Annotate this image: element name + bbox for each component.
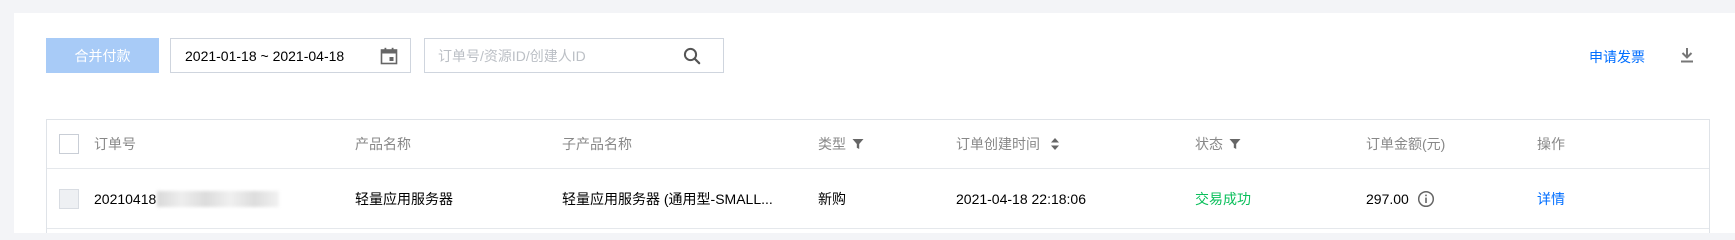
- order-no: 20210418: [94, 190, 157, 207]
- redacted-order-no-blur: [157, 190, 280, 207]
- info-icon[interactable]: [1417, 190, 1435, 208]
- order-panel: 合并付款 2021-01-18 ~ 2021-04-18 申请发票 订单: [14, 13, 1735, 233]
- header-sub-product-name-label: 子产品名称: [562, 136, 632, 152]
- table-header: 订单号 产品名称 子产品名称 类型 订单创建时间 状态 订单金额(元) 操作: [47, 120, 1709, 169]
- search-input[interactable]: [425, 39, 675, 72]
- header-type-label: 类型: [818, 136, 846, 152]
- header-sub-product-name: 子产品名称: [562, 120, 632, 168]
- date-range-value: 2021-01-18 ~ 2021-04-18: [185, 47, 345, 64]
- apply-invoice-link[interactable]: 申请发票: [1589, 47, 1645, 67]
- search-icon[interactable]: [683, 47, 701, 65]
- amount-cell: 297.00: [1366, 169, 1435, 228]
- row-select-cell: [59, 169, 79, 228]
- status-badge: 交易成功: [1195, 190, 1251, 207]
- product-name-cell: 轻量应用服务器: [355, 169, 453, 228]
- date-range-picker[interactable]: 2021-01-18 ~ 2021-04-18: [170, 38, 411, 73]
- header-order-no-label: 订单号: [94, 136, 136, 152]
- header-actions-label: 操作: [1537, 136, 1565, 152]
- product-name: 轻量应用服务器: [355, 190, 453, 207]
- row-checkbox[interactable]: [59, 188, 79, 209]
- header-product-name-label: 产品名称: [355, 136, 411, 152]
- select-all-cell: [59, 120, 79, 168]
- type-cell: 新购: [818, 169, 846, 228]
- order-no-cell: 20210418: [94, 169, 280, 228]
- orders-table: 订单号 产品名称 子产品名称 类型 订单创建时间 状态 订单金额(元) 操作 2…: [46, 119, 1710, 233]
- header-amount: 订单金额(元): [1366, 120, 1445, 168]
- order-amount: 297.00: [1366, 190, 1409, 207]
- created-time-cell: 2021-04-18 22:18:06: [956, 169, 1086, 228]
- order-type: 新购: [818, 190, 846, 207]
- status-cell: 交易成功: [1195, 169, 1251, 228]
- header-product-name: 产品名称: [355, 120, 411, 168]
- sort-icon[interactable]: [1050, 137, 1060, 151]
- header-actions: 操作: [1537, 120, 1565, 168]
- actions-cell: 详情: [1537, 169, 1565, 228]
- sub-product-name-cell: 轻量应用服务器 (通用型-SMALL...: [562, 169, 773, 228]
- header-order-no: 订单号: [94, 120, 136, 168]
- type-filter-icon[interactable]: [852, 138, 864, 150]
- table-row: 20210418 轻量应用服务器 轻量应用服务器 (通用型-SMALL... 新…: [47, 169, 1709, 229]
- detail-link[interactable]: 详情: [1537, 189, 1565, 209]
- header-status-label: 状态: [1195, 136, 1223, 152]
- header-created-time-label: 订单创建时间: [956, 136, 1040, 152]
- status-filter-icon[interactable]: [1229, 138, 1241, 150]
- header-status: 状态: [1195, 120, 1241, 168]
- download-icon[interactable]: [1678, 46, 1696, 64]
- search-box: [424, 38, 724, 73]
- header-amount-label: 订单金额(元): [1366, 136, 1446, 152]
- header-type: 类型: [818, 120, 864, 168]
- merge-pay-button[interactable]: 合并付款: [46, 38, 159, 73]
- created-time: 2021-04-18 22:18:06: [956, 190, 1086, 207]
- calendar-icon[interactable]: [380, 47, 398, 65]
- header-created-time: 订单创建时间: [956, 120, 1060, 168]
- select-all-checkbox[interactable]: [59, 134, 79, 154]
- sub-product-name: 轻量应用服务器 (通用型-SMALL...: [562, 190, 773, 207]
